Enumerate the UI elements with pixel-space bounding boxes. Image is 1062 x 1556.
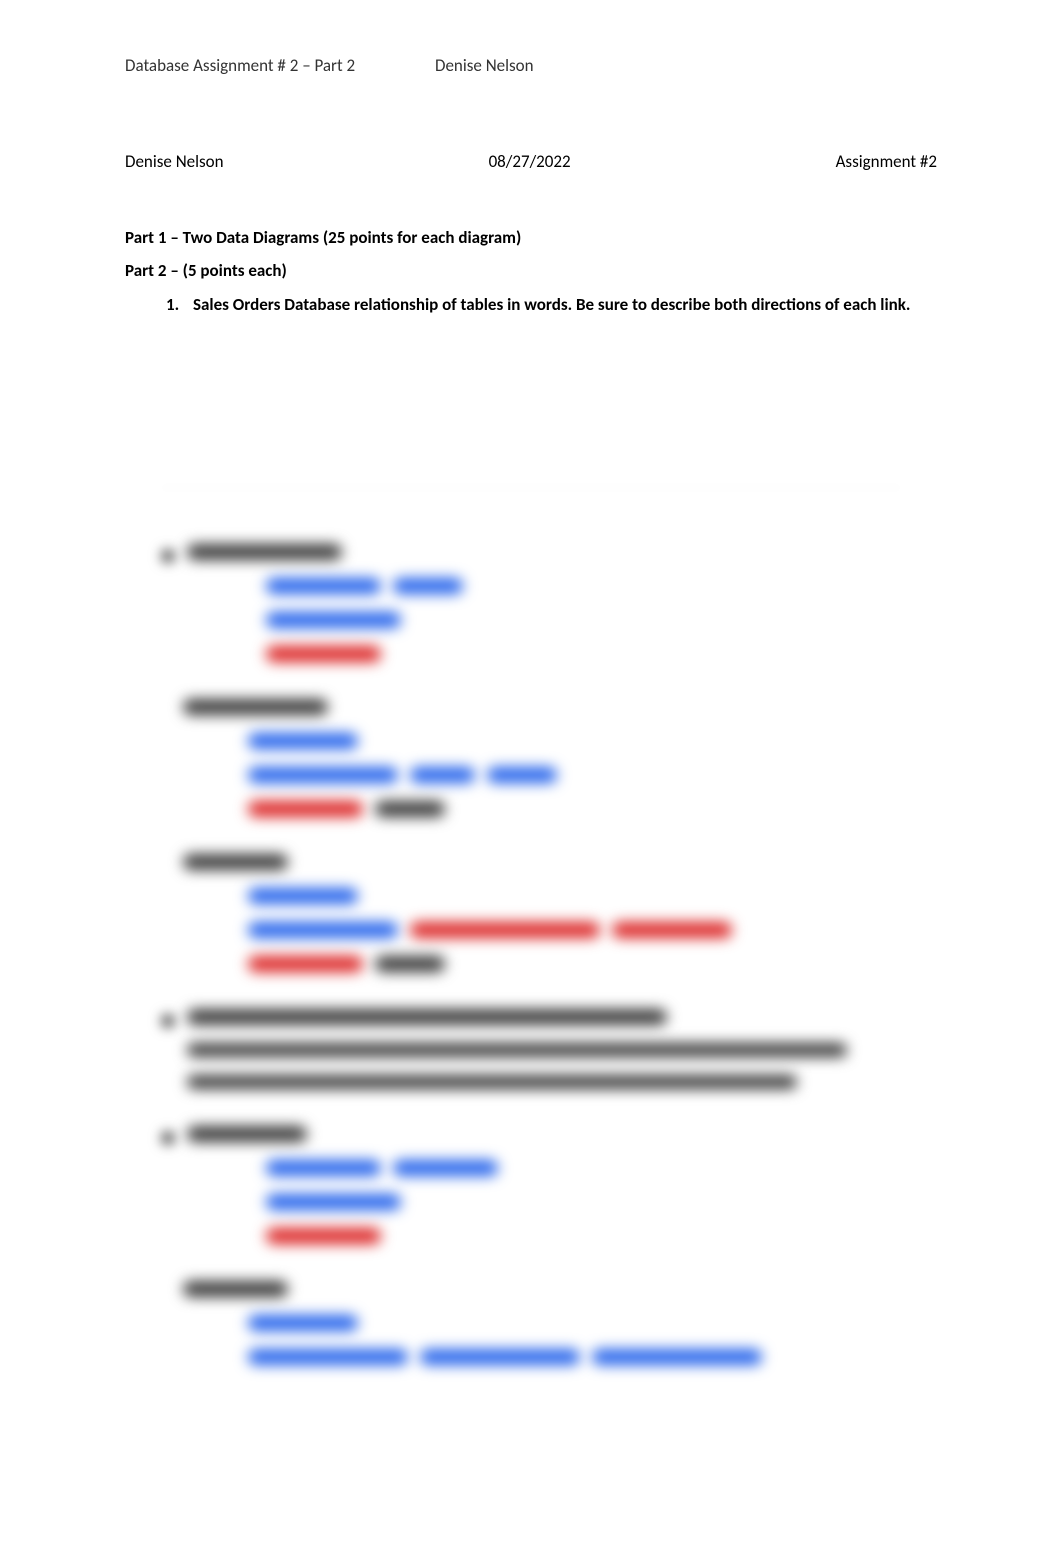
page-header: Database Assignment # 2 – Part 2 Denise … (125, 55, 937, 76)
blur-text (612, 922, 732, 938)
blur-text (183, 1281, 288, 1297)
part1-heading: Part 1 – Two Data Diagrams (25 points fo… (125, 227, 937, 248)
blur-block (143, 1009, 919, 1098)
blur-text (393, 578, 463, 594)
blur-block (143, 1281, 919, 1374)
blur-text (266, 1160, 381, 1176)
assignment-number: Assignment #2 (836, 151, 937, 172)
blur-text (183, 854, 288, 870)
header-author: Denise Nelson (435, 55, 937, 76)
blur-text (266, 612, 401, 628)
blur-text (248, 801, 363, 817)
header-title: Database Assignment # 2 – Part 2 (125, 55, 435, 76)
blur-text (248, 922, 398, 938)
blur-text (487, 767, 557, 783)
blur-text (410, 922, 600, 938)
blurred-content-preview (125, 487, 937, 1374)
blur-text (410, 767, 475, 783)
questions-list: Sales Orders Database relationship of ta… (125, 293, 937, 317)
blur-block (143, 854, 919, 981)
part2-heading: Part 2 – (5 points each) (125, 260, 937, 281)
blur-text (266, 1228, 381, 1244)
blur-text (375, 801, 445, 817)
blur-text (248, 733, 358, 749)
blur-text (248, 956, 363, 972)
student-name: Denise Nelson (125, 151, 224, 172)
document-date: 08/27/2022 (489, 151, 571, 172)
blur-text (266, 578, 381, 594)
blur-block (143, 1126, 919, 1253)
blur-bullet (161, 1131, 175, 1145)
blur-block (143, 544, 919, 671)
blur-divider (163, 487, 899, 489)
blur-text (420, 1349, 580, 1365)
blur-text (248, 1349, 408, 1365)
blur-block (143, 699, 919, 826)
blur-text (248, 888, 358, 904)
blur-text (187, 1075, 797, 1089)
blur-text (248, 767, 398, 783)
blur-text (266, 646, 381, 662)
blur-text (187, 1126, 307, 1142)
blur-text (187, 1009, 667, 1025)
blur-bullet (161, 549, 175, 563)
blur-text (187, 1043, 847, 1057)
blur-bullet (161, 1014, 175, 1028)
blur-text (393, 1160, 498, 1176)
question-1: Sales Orders Database relationship of ta… (183, 293, 937, 317)
blur-text (266, 1194, 401, 1210)
blur-text (183, 699, 328, 715)
blur-text (592, 1349, 762, 1365)
blur-text (187, 544, 342, 560)
blur-text (375, 956, 445, 972)
document-meta-row: Denise Nelson 08/27/2022 Assignment #2 (125, 151, 937, 172)
blur-text (248, 1315, 358, 1331)
